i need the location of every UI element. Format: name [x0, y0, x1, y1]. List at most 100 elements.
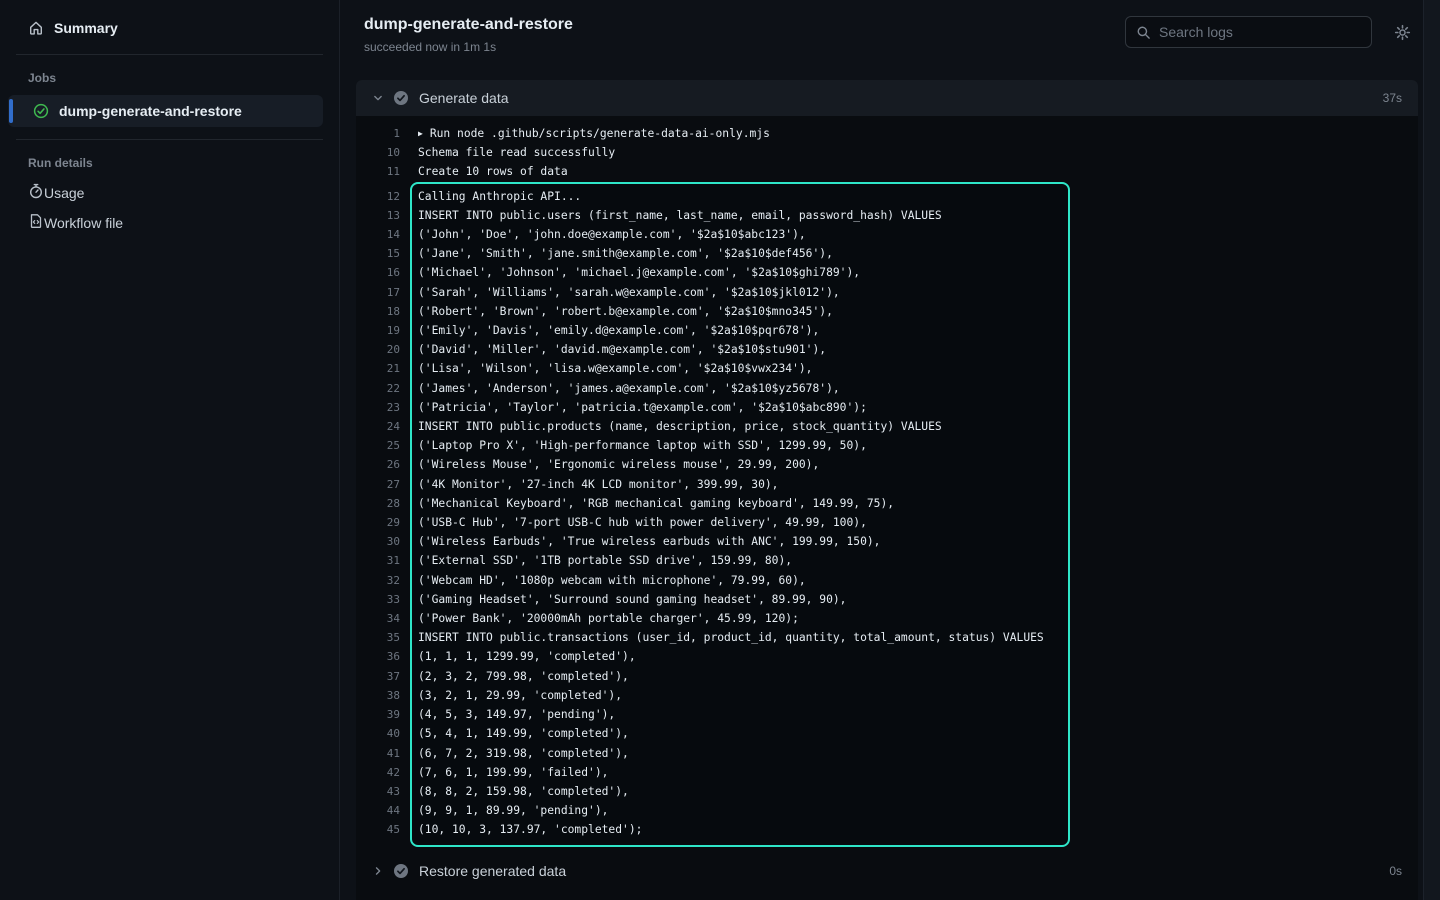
- log-line-number[interactable]: 1: [356, 124, 400, 143]
- log-line[interactable]: 44(9, 9, 1, 89.99, 'pending'),: [418, 801, 1062, 820]
- log-line[interactable]: 19('Emily', 'Davis', 'emily.d@example.co…: [418, 321, 1062, 340]
- log-lines-before: 1▶Run node .github/scripts/generate-data…: [356, 124, 1418, 182]
- log-line[interactable]: 27('4K Monitor', '27-inch 4K LCD monitor…: [418, 475, 1062, 494]
- log-line-number[interactable]: 30: [356, 532, 400, 551]
- log-line-number[interactable]: 28: [356, 494, 400, 513]
- log-line[interactable]: 10Schema file read successfully: [356, 143, 1418, 162]
- log-line-text: (7, 6, 1, 199.99, 'failed'),: [418, 766, 608, 779]
- log-line-text: ('Laptop Pro X', 'High-performance lapto…: [418, 439, 867, 452]
- log-line-number[interactable]: 43: [356, 782, 400, 801]
- log-line-text: ('Webcam HD', '1080p webcam with microph…: [418, 574, 806, 587]
- log-line[interactable]: 37(2, 3, 2, 799.98, 'completed'),: [418, 667, 1062, 686]
- log-line-number[interactable]: 19: [356, 321, 400, 340]
- log-line-number[interactable]: 14: [356, 225, 400, 244]
- log-line-text: ('Patricia', 'Taylor', 'patricia.t@examp…: [418, 401, 867, 414]
- log-line[interactable]: 45(10, 10, 3, 137.97, 'completed');: [418, 820, 1062, 839]
- log-line-number[interactable]: 29: [356, 513, 400, 532]
- log-line-number[interactable]: 37: [356, 667, 400, 686]
- scrollbar-gutter[interactable]: [1423, 0, 1440, 900]
- run-details-section-label: Run details: [0, 140, 339, 178]
- log-line-number[interactable]: 33: [356, 590, 400, 609]
- log-line-number[interactable]: 36: [356, 647, 400, 666]
- log-line-number[interactable]: 26: [356, 455, 400, 474]
- log-line-number[interactable]: 13: [356, 206, 400, 225]
- log-line[interactable]: 39(4, 5, 3, 149.97, 'pending'),: [418, 705, 1062, 724]
- log-line-number[interactable]: 24: [356, 417, 400, 436]
- log-line-number[interactable]: 45: [356, 820, 400, 839]
- log-line[interactable]: 20('David', 'Miller', 'david.m@example.c…: [418, 340, 1062, 359]
- log-line-number[interactable]: 42: [356, 763, 400, 782]
- sidebar-item-usage[interactable]: Usage: [0, 178, 339, 208]
- log-line[interactable]: 40(5, 4, 1, 149.99, 'completed'),: [418, 724, 1062, 743]
- log-line-number[interactable]: 16: [356, 263, 400, 282]
- log-line[interactable]: 24INSERT INTO public.products (name, des…: [418, 417, 1062, 436]
- gear-icon[interactable]: [1390, 20, 1414, 44]
- chevron-right-icon[interactable]: [372, 865, 384, 877]
- log-line[interactable]: 26('Wireless Mouse', 'Ergonomic wireless…: [418, 455, 1062, 474]
- log-line-number[interactable]: 32: [356, 571, 400, 590]
- step-header-post-setup-nodejs[interactable]: Post Setup Node.js 0s: [356, 891, 1418, 900]
- log-line[interactable]: 33('Gaming Headset', 'Surround sound gam…: [418, 590, 1062, 609]
- log-line[interactable]: 32('Webcam HD', '1080p webcam with micro…: [418, 571, 1062, 590]
- log-line-number[interactable]: 44: [356, 801, 400, 820]
- log-line[interactable]: 18('Robert', 'Brown', 'robert.b@example.…: [418, 302, 1062, 321]
- log-line[interactable]: 23('Patricia', 'Taylor', 'patricia.t@exa…: [418, 398, 1062, 417]
- log-line[interactable]: 43(8, 8, 2, 159.98, 'completed'),: [418, 782, 1062, 801]
- log-line-number[interactable]: 18: [356, 302, 400, 321]
- log-line[interactable]: 29('USB-C Hub', '7-port USB-C hub with p…: [418, 513, 1062, 532]
- log-line-number[interactable]: 40: [356, 724, 400, 743]
- log-line[interactable]: 28('Mechanical Keyboard', 'RGB mechanica…: [418, 494, 1062, 513]
- log-line[interactable]: 17('Sarah', 'Williams', 'sarah.w@example…: [418, 283, 1062, 302]
- log-line-text: ('James', 'Anderson', 'james.a@example.c…: [418, 382, 840, 395]
- log-line-number[interactable]: 23: [356, 398, 400, 417]
- log-output: 1▶Run node .github/scripts/generate-data…: [356, 116, 1418, 853]
- chevron-down-icon[interactable]: [372, 92, 384, 104]
- log-line-text: ('David', 'Miller', 'david.m@example.com…: [418, 343, 826, 356]
- log-line-number[interactable]: 34: [356, 609, 400, 628]
- log-line-number[interactable]: 41: [356, 744, 400, 763]
- log-line[interactable]: 14('John', 'Doe', 'john.doe@example.com'…: [418, 225, 1062, 244]
- log-line-text: ('Lisa', 'Wilson', 'lisa.w@example.com',…: [418, 362, 812, 375]
- log-group-toggle-icon[interactable]: ▶: [418, 129, 423, 138]
- log-line[interactable]: 11Create 10 rows of data: [356, 162, 1418, 181]
- sidebar-job-dump-generate-and-restore[interactable]: dump-generate-and-restore: [8, 95, 323, 127]
- log-line[interactable]: 31('External SSD', '1TB portable SSD dri…: [418, 551, 1062, 570]
- log-line[interactable]: 34('Power Bank', '20000mAh portable char…: [418, 609, 1062, 628]
- log-line-number[interactable]: 11: [356, 162, 400, 181]
- log-line-number[interactable]: 38: [356, 686, 400, 705]
- log-line-text: ('Emily', 'Davis', 'emily.d@example.com'…: [418, 324, 819, 337]
- log-line[interactable]: 35INSERT INTO public.transactions (user_…: [418, 628, 1062, 647]
- log-line[interactable]: 16('Michael', 'Johnson', 'michael.j@exam…: [418, 263, 1062, 282]
- log-line[interactable]: 36(1, 1, 1, 1299.99, 'completed'),: [418, 647, 1062, 666]
- log-line[interactable]: 13INSERT INTO public.users (first_name, …: [418, 206, 1062, 225]
- log-line[interactable]: 22('James', 'Anderson', 'james.a@example…: [418, 379, 1062, 398]
- log-line-number[interactable]: 31: [356, 551, 400, 570]
- log-line[interactable]: 38(3, 2, 1, 29.99, 'completed'),: [418, 686, 1062, 705]
- log-line-number[interactable]: 17: [356, 283, 400, 302]
- log-line[interactable]: 1▶Run node .github/scripts/generate-data…: [356, 124, 1418, 143]
- step-header-generate-data[interactable]: Generate data 37s: [356, 80, 1418, 116]
- sidebar-item-summary[interactable]: Summary: [0, 14, 339, 42]
- log-line-number[interactable]: 15: [356, 244, 400, 263]
- log-line[interactable]: 21('Lisa', 'Wilson', 'lisa.w@example.com…: [418, 359, 1062, 378]
- step-header-restore-generated-data[interactable]: Restore generated data 0s: [356, 853, 1418, 889]
- log-line-number[interactable]: 27: [356, 475, 400, 494]
- sidebar-item-workflow-file[interactable]: Workflow file: [0, 208, 339, 238]
- search-logs-input[interactable]: [1159, 24, 1349, 40]
- search-logs-box[interactable]: [1125, 16, 1372, 48]
- log-line-number[interactable]: 22: [356, 379, 400, 398]
- log-line-number[interactable]: 12: [356, 187, 400, 206]
- log-line-number[interactable]: 25: [356, 436, 400, 455]
- log-line[interactable]: 42(7, 6, 1, 199.99, 'failed'),: [418, 763, 1062, 782]
- log-line[interactable]: 25('Laptop Pro X', 'High-performance lap…: [418, 436, 1062, 455]
- log-line[interactable]: 41(6, 7, 2, 319.98, 'completed'),: [418, 744, 1062, 763]
- log-line-number[interactable]: 39: [356, 705, 400, 724]
- log-line-number[interactable]: 21: [356, 359, 400, 378]
- check-circle-icon: [33, 103, 49, 119]
- log-line[interactable]: 30('Wireless Earbuds', 'True wireless ea…: [418, 532, 1062, 551]
- log-line-number[interactable]: 35: [356, 628, 400, 647]
- log-line[interactable]: 15('Jane', 'Smith', 'jane.smith@example.…: [418, 244, 1062, 263]
- log-line[interactable]: 12Calling Anthropic API...: [418, 187, 1062, 206]
- log-line-number[interactable]: 20: [356, 340, 400, 359]
- log-line-number[interactable]: 10: [356, 143, 400, 162]
